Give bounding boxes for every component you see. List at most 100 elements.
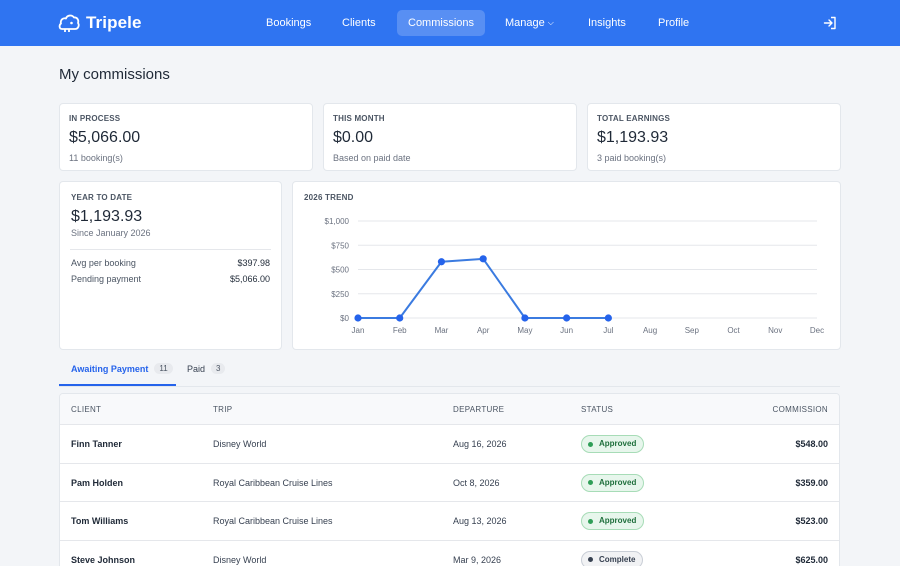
column-header-status[interactable]: STATUS [581, 394, 613, 425]
x-tick-label: Dec [810, 326, 824, 335]
card-subtext: 3 paid booking(s) [597, 153, 667, 163]
departure-date: Aug 13, 2026 [453, 516, 507, 526]
client-name: Pam Holden [71, 477, 124, 488]
trip-name: Disney World [213, 439, 267, 449]
series-line [358, 257, 609, 319]
card-label: YEAR TO DATE [71, 193, 133, 202]
column-header-departure[interactable]: DEPARTURE [453, 394, 504, 425]
trend-line-chart: $0 $250 $500 $750 $1,000 Jan Feb Mar Apr May Jun Ju… [325, 217, 825, 335]
data-point [437, 258, 446, 266]
nav-label: Insights [588, 17, 626, 29]
card-year-to-date: YEAR TO DATE $1,193.93 Since January 202… [59, 181, 282, 350]
card-label: TOTAL EARNINGS [597, 114, 671, 123]
status-dot-icon [588, 557, 593, 562]
trip-name: Royal Caribbean Cruise Lines [213, 477, 333, 488]
active-tab-indicator [59, 384, 176, 386]
commission-amount: $359.00 [795, 477, 828, 488]
app-name: Tripele [86, 13, 142, 32]
logo[interactable]: Tripele [58, 12, 142, 34]
column-header-trip[interactable]: TRIP [213, 394, 232, 425]
card-trend-chart: 2026 TREND $0 $250 $500 $750 $1,000 Jan Feb Mar… [292, 181, 841, 350]
card-subtext: 11 booking(s) [69, 153, 123, 163]
data-point [563, 314, 571, 322]
page-title: My commissions [59, 66, 170, 83]
ytd-row-pending: Pending payment $5,066.00 [71, 274, 270, 284]
tab-count-badge: 3 [211, 363, 226, 374]
x-tick-label: Oct [727, 326, 740, 335]
tab-awaiting-payment[interactable]: Awaiting Payment 11 [71, 363, 173, 386]
commission-tabs: Awaiting Payment 11 Paid 3 [59, 360, 840, 387]
data-point [604, 314, 612, 322]
trip-name: Royal Caribbean Cruise Lines [213, 516, 333, 526]
data-point [354, 314, 362, 322]
client-name: Finn Tanner [71, 439, 122, 449]
status-label: Complete [599, 554, 636, 564]
departure-date: Mar 9, 2026 [453, 554, 502, 565]
top-nav: Tripele Bookings Clients Commissions Man… [0, 0, 900, 46]
data-point [479, 255, 487, 263]
ytd-row-value: $397.98 [237, 258, 270, 268]
commissions-table: CLIENT TRIP DEPARTURE STATUS COMMISSION … [59, 393, 840, 566]
data-point [396, 314, 404, 322]
y-tick-label: $500 [331, 266, 349, 275]
nav-item-commissions[interactable]: Commissions [397, 10, 486, 36]
chevron-down-icon: ⌵ [547, 18, 554, 27]
table-row[interactable]: Steve Johnson Disney World Mar 9, 2026 $625… [60, 541, 839, 566]
table-header [60, 394, 839, 425]
nav-item-profile[interactable]: Profile [647, 10, 700, 36]
x-tick-label: Feb [393, 326, 407, 335]
y-tick-label: $1,000 [325, 217, 350, 226]
tab-count-badge: 11 [154, 363, 173, 374]
tab-label: Awaiting Payment [71, 364, 149, 374]
y-tick-label: $250 [331, 290, 349, 299]
column-header-client[interactable]: CLIENT [71, 394, 101, 425]
card-subtext: Since January 2026 [71, 228, 151, 238]
status-dot-icon [588, 480, 593, 485]
table-row[interactable]: Tom Williams Royal Caribbean Cruise Lines… [60, 502, 839, 541]
commission-amount: $548.00 [795, 439, 828, 449]
client-name: Steve Johnson [71, 554, 136, 565]
table-row[interactable]: Finn Tanner Disney World Aug 16, 2026 $548.… [60, 425, 839, 464]
nav-item-bookings[interactable]: Bookings [255, 10, 322, 36]
tab-paid[interactable]: Paid 3 [187, 363, 226, 386]
x-tick-label: May [517, 326, 532, 335]
departure-date: Oct 8, 2026 [453, 477, 500, 488]
y-tick-label: $0 [340, 314, 349, 323]
status-dot-icon [588, 518, 593, 524]
ytd-row-avg: Avg per booking $397.98 [71, 258, 270, 268]
status-label: Approved [599, 439, 637, 448]
status-label: Approved [599, 516, 637, 525]
x-tick-label: Jun [560, 326, 573, 335]
card-value: $0.00 [333, 129, 374, 146]
card-value: $1,193.93 [71, 208, 143, 225]
y-tick-label: $750 [331, 241, 349, 250]
logout-icon[interactable] [822, 15, 838, 31]
card-label: THIS MONTH [333, 114, 385, 123]
nav-label: Bookings [266, 17, 312, 29]
data-point [521, 314, 529, 322]
nav-label: Clients [342, 17, 376, 29]
table-row[interactable]: Pam Holden Royal Caribbean Cruise Lines Oc… [60, 464, 839, 502]
x-tick-label: Apr [477, 326, 490, 335]
trip-name: Disney World [213, 554, 267, 565]
tab-label: Paid [187, 364, 206, 374]
status-badge: Complete [581, 550, 644, 566]
x-tick-label: Jan [352, 326, 365, 335]
commission-amount: $625.00 [795, 554, 828, 565]
nav-label: Profile [658, 17, 690, 29]
x-tick-label: Aug [643, 326, 657, 335]
card-total-earnings: TOTAL EARNINGS $1,193.93 3 paid booking(… [587, 103, 841, 171]
nav-item-insights[interactable]: Insights [577, 10, 637, 36]
nav-item-manage[interactable]: Manage ⌵ [494, 10, 565, 36]
status-badge: Approved [581, 512, 645, 530]
client-name: Tom Williams [71, 516, 129, 526]
departure-date: Aug 16, 2026 [453, 439, 507, 449]
logo-icon [58, 14, 80, 32]
card-subtext: Based on paid date [333, 153, 411, 163]
column-header-commission[interactable]: COMMISSION [773, 394, 828, 425]
nav-label: Manage [505, 17, 545, 29]
ytd-row-label: Avg per booking [71, 258, 136, 268]
x-tick-label: Mar [435, 326, 449, 335]
nav-item-clients[interactable]: Clients [331, 10, 387, 36]
divider [70, 249, 271, 250]
